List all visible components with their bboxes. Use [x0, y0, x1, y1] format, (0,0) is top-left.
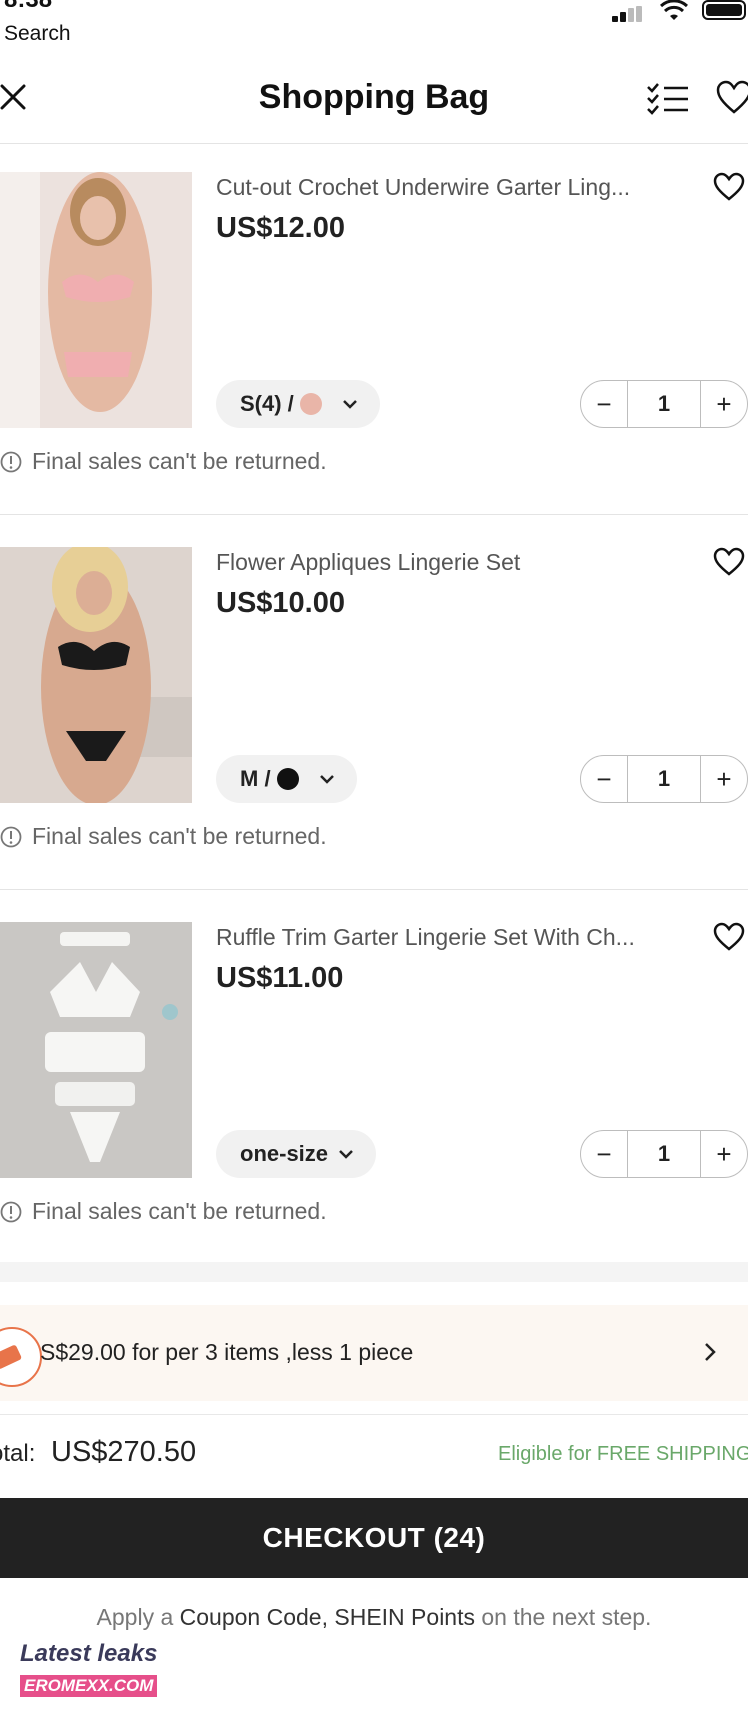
color-swatch — [299, 393, 322, 415]
final-sale-note: Final sales can't be returned. — [0, 823, 327, 850]
promo-tag-icon — [0, 1327, 42, 1387]
info-icon — [0, 451, 22, 472]
variant-label: M / — [240, 766, 271, 791]
final-sale-text: Final sales can't be returned. — [32, 823, 327, 849]
section-separator — [0, 1262, 748, 1282]
quantity-stepper: − 1 + — [580, 755, 748, 803]
product-name[interactable]: Flower Appliques Lingerie Set — [216, 549, 520, 576]
header-divider — [0, 143, 748, 144]
chevron-right-icon — [705, 1343, 716, 1361]
coupon-hint-suffix: on the next step. — [474, 1604, 652, 1630]
watermark-line2: EROMEXX.COM — [20, 1675, 158, 1697]
decrease-quantity-button[interactable]: − — [581, 756, 627, 802]
variant-label: S(4) / — [240, 391, 294, 416]
final-sale-text: Final sales can't be returned. — [32, 1198, 327, 1224]
promo-divider — [0, 1414, 748, 1415]
final-sale-text: Final sales can't be returned. — [32, 448, 327, 474]
color-swatch — [276, 768, 299, 790]
promo-text: S$29.00 for per 3 items ,less 1 piece — [40, 1339, 414, 1365]
cart-item: Ruffle Trim Garter Lingerie Set With Ch.… — [0, 922, 748, 1296]
coupon-hint-prefix: Apply a — [96, 1604, 180, 1630]
product-name[interactable]: Ruffle Trim Garter Lingerie Set With Ch.… — [216, 924, 635, 951]
product-image[interactable] — [0, 172, 192, 428]
checklist-icon[interactable] — [646, 82, 690, 116]
total-value: US$270.50 — [51, 1436, 197, 1468]
quantity-stepper: − 1 + — [580, 1130, 748, 1178]
variant-label: one-size — [240, 1141, 329, 1166]
variant-selector[interactable]: one-size — [216, 1130, 377, 1178]
page-title: Shopping Bag — [258, 78, 490, 116]
promo-banner[interactable]: S$29.00 for per 3 items ,less 1 piece — [0, 1305, 748, 1401]
final-sale-note: Final sales can't be returned. — [0, 448, 327, 475]
product-name[interactable]: Cut-out Crochet Underwire Garter Ling... — [216, 174, 630, 201]
chevron-down-icon — [342, 400, 357, 409]
status-time: 8:38 — [4, 0, 52, 14]
checkout-button[interactable]: CHECKOUT (24) — [0, 1498, 748, 1578]
product-image[interactable] — [0, 922, 192, 1178]
coupon-hint: Apply a Coupon Code, SHEIN Points on the… — [0, 1604, 748, 1631]
chevron-down-icon — [339, 1150, 353, 1159]
chevron-down-icon — [319, 775, 334, 784]
total-label: otal: — [0, 1440, 36, 1467]
variant-selector[interactable]: M / — [216, 755, 357, 803]
coupon-hint-highlight: Coupon Code, SHEIN Points — [179, 1604, 475, 1630]
cart-item: Cut-out Crochet Underwire Garter Ling...… — [0, 172, 748, 546]
heart-icon[interactable] — [713, 172, 745, 202]
decrease-quantity-button[interactable]: − — [581, 381, 627, 427]
cart-item: Flower Appliques Lingerie Set US$10.00 M… — [0, 547, 748, 921]
wishlist-heart-icon[interactable] — [716, 80, 748, 116]
product-price: US$10.00 — [216, 587, 345, 619]
cellular-signal-icon — [612, 6, 642, 22]
increase-quantity-button[interactable]: + — [701, 381, 747, 427]
quantity-value[interactable]: 1 — [627, 1131, 701, 1177]
product-price: US$12.00 — [216, 212, 345, 244]
quantity-stepper: − 1 + — [580, 380, 748, 428]
info-icon — [0, 1201, 22, 1222]
increase-quantity-button[interactable]: + — [701, 1131, 747, 1177]
final-sale-note: Final sales can't be returned. — [0, 1198, 327, 1225]
quantity-value[interactable]: 1 — [627, 756, 701, 802]
info-icon — [0, 826, 22, 847]
quantity-value[interactable]: 1 — [627, 381, 701, 427]
free-shipping-note: Eligible for FREE SHIPPING — [498, 1443, 748, 1465]
product-image[interactable] — [0, 547, 192, 803]
battery-icon — [702, 0, 746, 20]
decrease-quantity-button[interactable]: − — [581, 1131, 627, 1177]
wifi-icon — [660, 0, 688, 20]
variant-selector[interactable]: S(4) / — [216, 380, 380, 428]
item-divider — [0, 889, 748, 890]
watermark-line1: Latest leaks — [20, 1640, 158, 1667]
product-price: US$11.00 — [216, 962, 344, 994]
back-to-search-link[interactable]: Search — [4, 22, 71, 46]
increase-quantity-button[interactable]: + — [701, 756, 747, 802]
item-divider — [0, 514, 748, 515]
heart-icon[interactable] — [713, 547, 745, 577]
heart-icon[interactable] — [713, 922, 745, 952]
